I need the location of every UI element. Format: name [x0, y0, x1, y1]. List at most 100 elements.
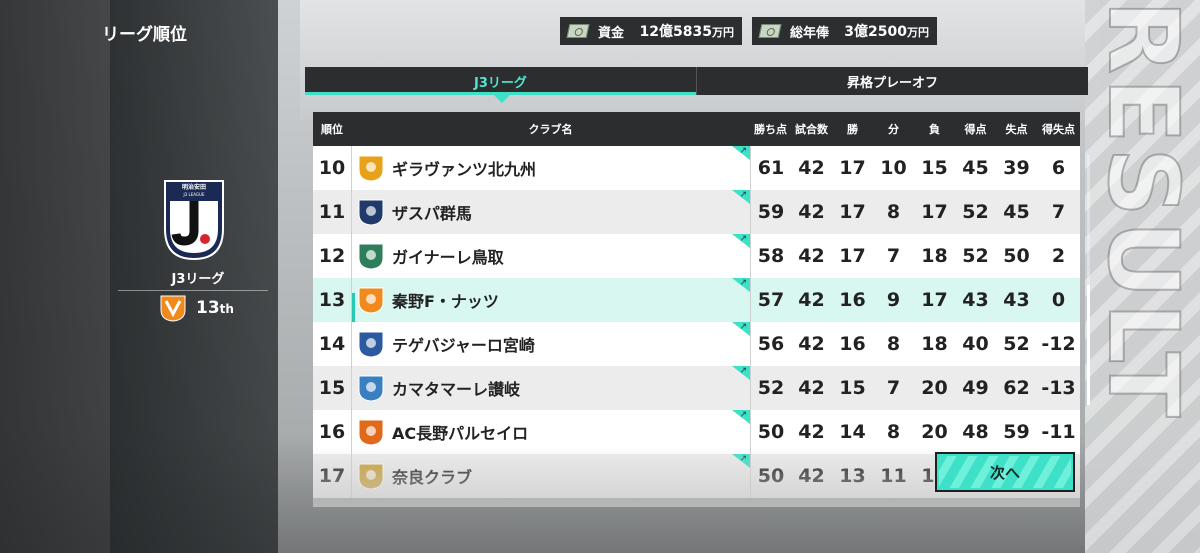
header-club: クラブ名 — [528, 123, 573, 136]
scrollbar[interactable] — [1087, 155, 1090, 405]
funds-badge: 資金 12億5835万円 — [560, 17, 742, 45]
logo-sub-text: J3 LEAGUE — [183, 192, 205, 197]
club-cell: 秦野F・ナッツ ↗ — [351, 278, 750, 322]
played-cell: 42 — [798, 201, 825, 223]
wins-cell: 14 — [839, 421, 866, 443]
scrollbar-thumb[interactable] — [1087, 285, 1090, 405]
tab-promotion-playoff[interactable]: 昇格プレーオフ — [696, 67, 1088, 95]
divider — [118, 290, 268, 291]
club-name: 奈良クラブ — [392, 468, 473, 487]
club-name: ギラヴァンツ北九州 — [392, 160, 537, 179]
draws-cell: 8 — [886, 333, 901, 355]
played-cell: 42 — [798, 157, 825, 179]
club-emblem-icon — [358, 243, 384, 270]
club-cell: ギラヴァンツ北九州 ↗ — [351, 146, 750, 190]
points-cell: 50 — [750, 454, 791, 498]
header-losses: 負 — [929, 123, 940, 136]
goals-for-cell: 52 — [962, 201, 989, 223]
wins-cell: 13 — [839, 465, 866, 487]
goal-diff-cell: -13 — [1041, 377, 1076, 399]
page-title: リーグ順位 — [102, 25, 187, 45]
club-emblem-icon — [358, 463, 384, 490]
next-button[interactable]: 次へ — [935, 452, 1075, 492]
club-emblem-icon — [358, 287, 384, 314]
points-cell: 50 — [750, 410, 791, 454]
points-cell: 57 — [750, 278, 791, 322]
club-emblem-icon — [358, 155, 384, 182]
goals-against-cell: 59 — [1003, 421, 1030, 443]
rank-cell: 12 — [318, 245, 346, 267]
goals-for-cell: 45 — [962, 157, 989, 179]
losses-cell: 18 — [921, 333, 948, 355]
header-points: 勝ち点 — [754, 123, 787, 136]
j-league-logo: 明治安田 J3 LEAGUE — [164, 180, 224, 261]
table-row[interactable]: 14 テゲバジャーロ宮崎 ↗ 56 42 16 8 18 40 52 -12 — [313, 322, 1080, 366]
funds-label: 資金 — [598, 25, 625, 41]
arrow-icon: ↗ — [739, 454, 747, 464]
draws-cell: 8 — [886, 201, 901, 223]
club-emblem-icon — [358, 375, 384, 402]
goals-against-cell: 52 — [1003, 333, 1030, 355]
arrow-icon: ↗ — [739, 146, 747, 156]
funds-value: 12億5835万円 — [639, 24, 734, 40]
goals-for-cell: 43 — [962, 289, 989, 311]
goal-diff-cell: 7 — [1051, 201, 1066, 223]
goals-for-cell: 40 — [962, 333, 989, 355]
played-cell: 42 — [798, 289, 825, 311]
wins-cell: 17 — [839, 201, 866, 223]
club-name: カマタマーレ讃岐 — [392, 380, 521, 399]
losses-cell: 20 — [921, 421, 948, 443]
header-wins: 勝 — [847, 123, 858, 136]
played-cell: 42 — [798, 377, 825, 399]
arrow-icon: ↗ — [739, 322, 747, 332]
table-row[interactable]: 12 ガイナーレ鳥取 ↗ 58 42 17 7 18 52 50 2 — [313, 234, 1080, 278]
table-row[interactable]: 13 秦野F・ナッツ ↗ 57 42 16 9 17 43 43 0 — [313, 278, 1080, 329]
club-name: テゲバジャーロ宮崎 — [392, 336, 535, 355]
table-row[interactable]: 15 カマタマーレ讃岐 ↗ 52 42 15 7 20 49 62 -13 — [313, 366, 1080, 410]
draws-cell: 8 — [886, 421, 901, 443]
club-name: ザスパ群馬 — [392, 204, 472, 223]
played-cell: 42 — [798, 333, 825, 355]
goals-against-cell: 45 — [1003, 201, 1030, 223]
losses-cell: 15 — [921, 157, 948, 179]
rank-cell: 14 — [318, 333, 346, 355]
money-icon — [758, 24, 782, 38]
goals-for-cell: 52 — [962, 245, 989, 267]
arrow-icon: ↗ — [739, 234, 747, 244]
played-cell: 42 — [798, 465, 825, 487]
draws-cell: 7 — [886, 245, 901, 267]
club-emblem-icon — [358, 419, 384, 446]
draws-cell: 7 — [886, 377, 901, 399]
club-name: 秦野F・ナッツ — [392, 292, 499, 311]
header-goals-for: 得点 — [964, 123, 987, 136]
table-row[interactable]: 10 ギラヴァンツ北九州 ↗ 61 42 17 10 15 45 39 6 — [313, 146, 1080, 190]
goal-diff-cell: 0 — [1051, 289, 1066, 311]
club-name: ガイナーレ鳥取 — [392, 248, 504, 267]
rank-cell: 17 — [318, 465, 346, 487]
goals-against-cell: 50 — [1003, 245, 1030, 267]
logo-top-text: 明治安田 — [182, 183, 206, 191]
salary-value: 3億2500万円 — [844, 24, 929, 40]
club-cell: AC長野パルセイロ ↗ — [351, 410, 750, 454]
tab-j3-league[interactable]: J3リーグ — [305, 67, 696, 95]
played-cell: 42 — [798, 245, 825, 267]
wins-cell: 15 — [839, 377, 866, 399]
rank-cell: 10 — [318, 157, 346, 179]
goal-diff-cell: 2 — [1051, 245, 1066, 267]
arrow-icon: ↗ — [739, 278, 747, 288]
club-cell: ザスパ群馬 ↗ — [351, 190, 750, 234]
salary-badge: 総年俸 3億2500万円 — [752, 17, 937, 45]
goals-against-cell: 43 — [1003, 289, 1030, 311]
table-row[interactable]: 11 ザスパ群馬 ↗ 59 42 17 8 17 52 45 7 — [313, 190, 1080, 234]
rank-cell: 16 — [318, 421, 346, 443]
money-icon — [566, 24, 590, 38]
losses-cell: 20 — [921, 377, 948, 399]
draws-cell: 10 — [880, 157, 907, 179]
wins-cell: 17 — [839, 157, 866, 179]
wins-cell: 16 — [839, 289, 866, 311]
active-tab-indicator — [494, 95, 510, 103]
club-cell: ガイナーレ鳥取 ↗ — [351, 234, 750, 278]
table-row[interactable]: 16 AC長野パルセイロ ↗ 50 42 14 8 20 48 59 -11 — [313, 410, 1080, 454]
club-emblem-icon — [160, 295, 186, 322]
draws-cell: 11 — [880, 465, 907, 487]
